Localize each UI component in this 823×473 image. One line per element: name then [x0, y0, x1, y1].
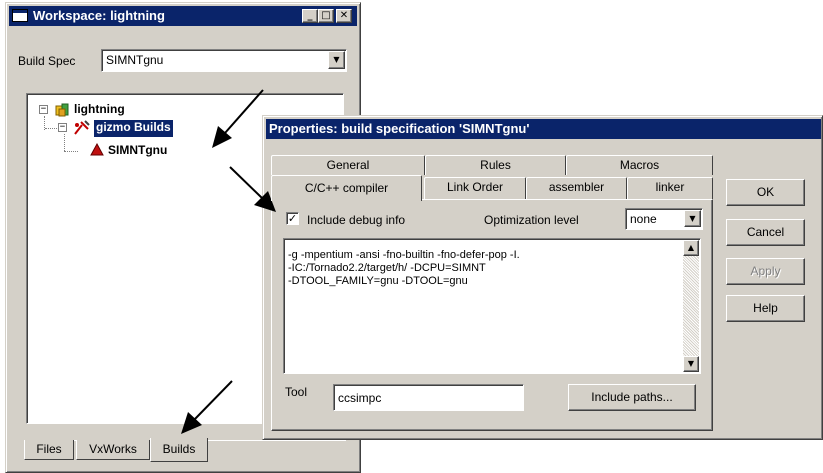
arrow-to-builds-node	[212, 89, 264, 148]
tab-cpp-compiler[interactable]: C/C++ compiler	[271, 175, 422, 201]
annotation-arrows	[181, 89, 276, 434]
arrow-to-debug-checkbox	[229, 166, 276, 212]
arrow-to-builds-tab	[181, 380, 233, 434]
